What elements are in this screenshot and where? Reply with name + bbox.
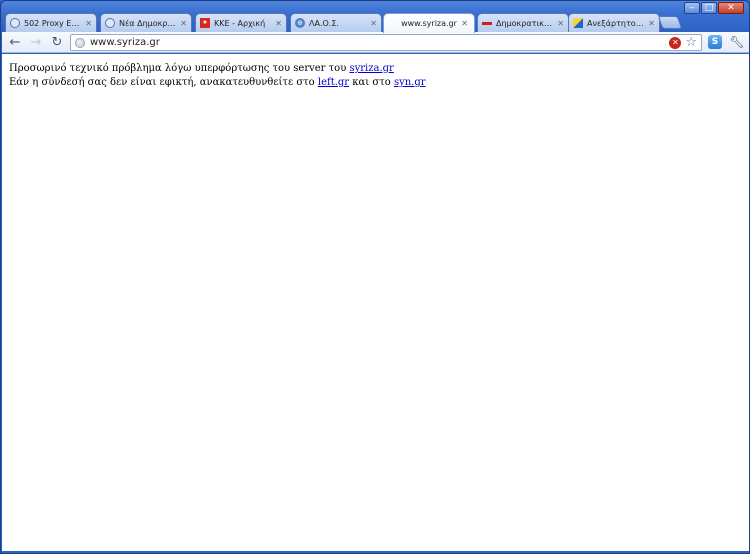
back-button[interactable]: ← bbox=[7, 34, 23, 50]
tab-close-icon[interactable]: ✕ bbox=[648, 19, 655, 28]
tab-close-icon[interactable]: ✕ bbox=[370, 19, 377, 28]
globe-icon bbox=[105, 18, 115, 28]
tab-close-icon[interactable]: ✕ bbox=[180, 19, 187, 28]
redirect-message: Εάν η σύνδεσή σας δεν είναι εφικτή, ανακ… bbox=[9, 76, 742, 90]
tab-close-icon[interactable]: ✕ bbox=[461, 19, 468, 28]
flag-icon bbox=[482, 18, 492, 28]
tab-dimokratiki-aristera[interactable]: Δημοκρατική Αρι ✕ bbox=[477, 13, 569, 32]
tab-laos[interactable]: ⊕ ΛΑ.Ο.Σ. ✕ bbox=[290, 13, 382, 32]
tab-title: ΛΑ.Ο.Σ. bbox=[309, 18, 339, 28]
overload-message: Προσωρινό τεχνικό πρόβλημα λόγω υπερφόρτ… bbox=[9, 62, 742, 76]
address-bar[interactable]: www.syriza.gr ✕ ☆ bbox=[70, 34, 702, 51]
forward-button[interactable]: → bbox=[28, 34, 44, 50]
tab-close-icon[interactable]: ✕ bbox=[557, 19, 564, 28]
tab-strip: 502 Proxy Error ✕ Νέα Δημοκρατία ✕ ★ ΚΚΕ… bbox=[5, 13, 705, 33]
tab-close-icon[interactable]: ✕ bbox=[85, 19, 92, 28]
message-text: Εάν η σύνδεσή σας δεν είναι εφικτή, ανακ… bbox=[9, 77, 318, 88]
tab-502-proxy-error[interactable]: 502 Proxy Error ✕ bbox=[5, 13, 97, 32]
tab-anexartitoi-ellines[interactable]: Ανεξάρτητοι Έλλ ✕ bbox=[568, 13, 660, 32]
syn-link[interactable]: syn.gr bbox=[394, 77, 426, 88]
reload-button[interactable]: ↻ bbox=[49, 34, 65, 50]
tab-title: www.syriza.gr bbox=[401, 19, 457, 28]
left-link[interactable]: left.gr bbox=[318, 77, 349, 88]
tab-syriza[interactable]: www.syriza.gr ✕ bbox=[383, 13, 475, 33]
message-text: Προσωρινό τεχνικό πρόβλημα λόγω υπερφόρτ… bbox=[9, 63, 350, 74]
web-icon: ⊕ bbox=[295, 18, 305, 28]
page-content: Προσωρινό τεχνικό πρόβλημα λόγω υπερφόρτ… bbox=[2, 54, 749, 551]
message-text: και στο bbox=[349, 77, 394, 88]
tab-close-icon[interactable]: ✕ bbox=[275, 19, 282, 28]
tab-title: Νέα Δημοκρατία bbox=[119, 18, 178, 28]
tab-title: Δημοκρατική Αρι bbox=[496, 18, 554, 28]
tab-title: ΚΚΕ - Αρχική bbox=[214, 18, 266, 28]
party-icon bbox=[573, 18, 583, 28]
new-tab-button[interactable] bbox=[657, 16, 683, 29]
url-text: www.syriza.gr bbox=[90, 37, 160, 48]
syriza-link[interactable]: syriza.gr bbox=[349, 63, 393, 74]
browser-window: ‒ □ ✕ 502 Proxy Error ✕ Νέα Δημοκρατία ✕… bbox=[0, 0, 750, 554]
toolbar: ← → ↻ www.syriza.gr ✕ ☆ S 🔧︎ bbox=[2, 32, 749, 53]
star-icon[interactable]: ☆ bbox=[685, 36, 697, 49]
close-window-button[interactable]: ✕ bbox=[718, 2, 744, 14]
globe-icon bbox=[10, 18, 20, 28]
wrench-icon[interactable]: 🔧︎ bbox=[729, 34, 744, 50]
tab-title: Ανεξάρτητοι Έλλ bbox=[587, 18, 645, 28]
page-icon bbox=[75, 37, 85, 48]
kke-icon: ★ bbox=[200, 18, 210, 28]
tab-kke[interactable]: ★ ΚΚΕ - Αρχική ✕ bbox=[195, 13, 287, 32]
tab-title: 502 Proxy Error bbox=[24, 18, 83, 28]
tab-nea-dimokratia[interactable]: Νέα Δημοκρατία ✕ bbox=[100, 13, 192, 32]
blocked-icon[interactable]: ✕ bbox=[669, 36, 682, 49]
omnibox-actions: ✕ ☆ bbox=[669, 36, 697, 49]
extension-icon[interactable]: S bbox=[708, 35, 722, 49]
